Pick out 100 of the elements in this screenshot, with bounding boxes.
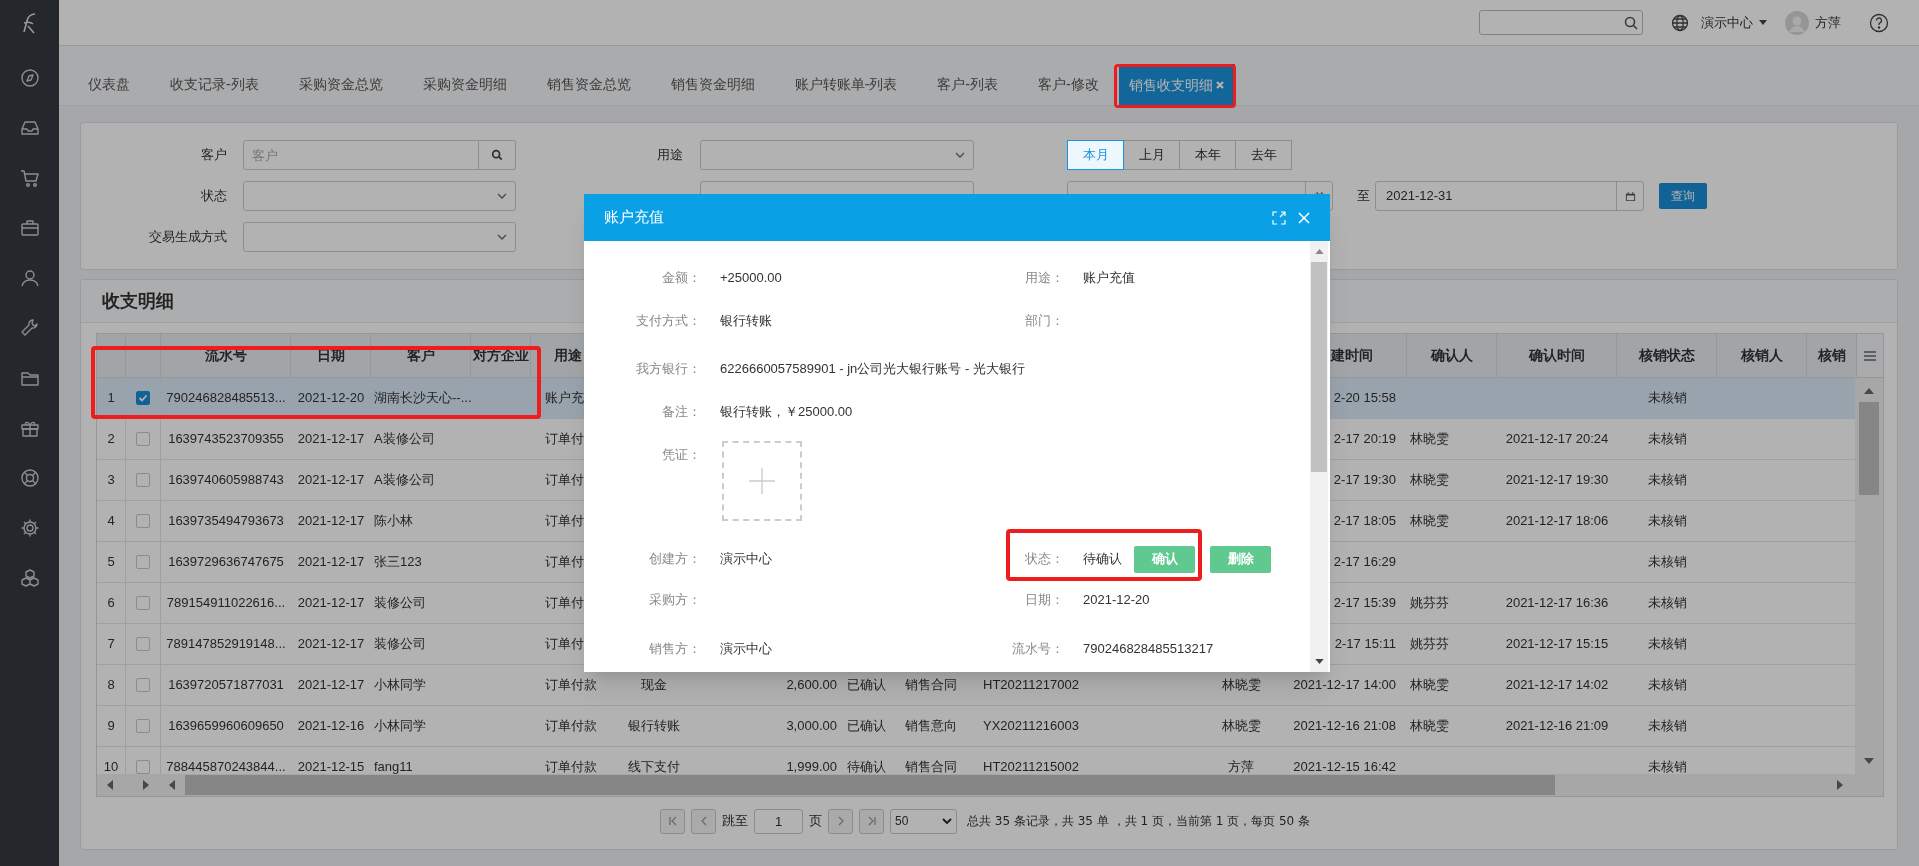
table-cell-text: 订单付	[545, 471, 584, 490]
page-unit: 页	[809, 812, 822, 831]
table-cell-text: 2021-12-16 21:08	[1293, 717, 1396, 736]
table-cell-text: A装修公司	[374, 471, 435, 490]
field-label: 用途：	[1024, 269, 1064, 288]
table-cell-text: 姚芬芬	[1410, 594, 1449, 613]
row-number: 8	[107, 676, 115, 695]
table-cell-text: 未核销	[1647, 430, 1687, 449]
table-cell-text: 1,999.00	[786, 758, 837, 774]
table-cell-text: 未核销	[1647, 389, 1687, 408]
table-cell-text: 未核销	[1647, 758, 1687, 774]
table-cell-text: 2021-12-17 20:24	[1505, 430, 1609, 449]
row-number: 10	[103, 758, 119, 774]
table-cell-text: 小林同学	[374, 717, 426, 736]
table-cell-text: 湖南长沙天心--...	[374, 389, 471, 408]
table-cell-text: 未核销	[1647, 594, 1687, 613]
table-cell-text: 2-17 15:11	[1334, 635, 1396, 654]
row-number: 4	[107, 512, 115, 531]
field-value: 账户充值	[1083, 269, 1135, 288]
table-cell-text: 林晓雯	[1410, 676, 1449, 695]
table-cell-text: 订单付款	[545, 717, 597, 736]
table-cell-text: 2-17 18:05	[1333, 512, 1396, 531]
field-label: 流水号：	[1011, 640, 1064, 659]
table-cell-text: 装修公司	[374, 594, 426, 613]
section-title: 收支明细	[102, 289, 174, 313]
table-cell-text: 林晓雯	[1221, 717, 1261, 736]
table-cell-text: 未核销	[1647, 471, 1687, 490]
table-cell-text: 2021-12-17	[297, 553, 365, 572]
table-cell-text: 未核销	[1647, 553, 1687, 572]
dialog-title: 账户充值	[604, 207, 665, 228]
table-cell-text: 2-20 15:58	[1333, 389, 1396, 408]
table-cell-text: 已确认	[846, 676, 886, 695]
field-label: 部门：	[1024, 312, 1064, 331]
table-cell-text: 现金	[640, 676, 667, 695]
table-cell-text: 2021-12-17 18:06	[1505, 512, 1609, 531]
field-label: 采购方：	[648, 591, 701, 610]
table-cell-text: 订单付款	[545, 676, 597, 695]
table-cell-text: 2021-12-17	[297, 635, 365, 654]
table-cell-text: 装修公司	[374, 635, 426, 654]
field-label: 状态：	[1024, 550, 1064, 569]
table-cell-text: 2021-12-17 19:30	[1505, 471, 1609, 490]
field-label: 支付方式：	[635, 312, 701, 331]
table-cell-text: 销售合同	[905, 758, 957, 774]
field-label: 金额：	[661, 269, 701, 288]
table-cell-text: 2021-12-16 21:09	[1505, 717, 1609, 736]
table-cell-text: 线下支付	[627, 758, 680, 774]
table-cell-text: 1639659960609650	[168, 717, 284, 736]
field-label: 我方银行：	[635, 360, 701, 379]
table-cell-text: YX20211216003	[983, 717, 1079, 736]
table-cell-text: HT20211215002	[983, 758, 1079, 774]
row-number: 9	[107, 717, 115, 736]
table-cell-text: 待确认	[846, 758, 886, 774]
table-cell-text: 1639743523709355	[168, 430, 284, 449]
table-cell-text: 销售意向	[905, 717, 957, 736]
table-cell-text: 张三123	[374, 553, 422, 572]
table-cell-text: 1639735494793673	[168, 512, 284, 531]
table-cell-text: 2-17 20:19	[1333, 430, 1396, 449]
table-cell-text: 订单付	[545, 553, 584, 572]
table-cell-text: 2021-12-20	[297, 389, 365, 408]
table-cell-text: 方萍	[1228, 758, 1254, 774]
table-cell-text: 789147852919148...	[166, 635, 286, 654]
table-cell-text: 2021-12-15	[297, 758, 365, 774]
field-label: 凭证：	[661, 446, 701, 464]
field-value: 演示中心	[720, 550, 772, 569]
field-value: +25000.00	[720, 269, 782, 288]
field-value: 790246828485513217	[1083, 640, 1214, 659]
field-label: 客户	[200, 146, 228, 165]
row-number: 5	[107, 553, 115, 572]
table-cell-text: 1639720571877031	[168, 676, 284, 695]
table-cell-text: 未核销	[1647, 676, 1687, 695]
field-value: 2021-12-20	[1083, 591, 1150, 610]
table-cell-text: HT20211217002	[983, 676, 1079, 695]
table-cell-text: 2021-12-17 15:15	[1505, 635, 1609, 654]
table-cell-text: 2021-12-15 16:42	[1293, 758, 1396, 774]
row-number: 3	[107, 471, 115, 490]
table-cell-text: 788445870243844...	[166, 758, 286, 774]
table-cell-text: 2021-12-17 14:02	[1505, 676, 1609, 695]
table-cell-text: 未核销	[1647, 512, 1687, 531]
row-number: 7	[107, 635, 115, 654]
field-label: 销售方：	[648, 640, 701, 659]
table-cell-text: 3,000.00	[786, 717, 837, 736]
field-label: 状态	[200, 187, 228, 206]
field-value: 6226660057589901 - jn公司光大银行账号 - 光大银行	[720, 360, 1025, 379]
table-cell-text: 2021-12-17	[297, 471, 365, 490]
table-cell-text: 2021-12-17 16:36	[1505, 594, 1609, 613]
table-cell-text: 订单付	[545, 594, 584, 613]
row-number: 2	[107, 430, 115, 449]
table-cell-text: 2021-12-17	[297, 676, 365, 695]
table-cell-text: 订单付	[545, 512, 584, 531]
table-cell-text: 2021-12-17	[297, 594, 365, 613]
table-cell-text: 银行转账	[627, 717, 680, 736]
table-cell-text: 1639729636747675	[168, 553, 284, 572]
pagination-summary: 总共 35 条记录，共 35 单 ，共 1 页，当前第 1 页，每页 50 条	[967, 813, 1311, 830]
table-cell-text: 未核销	[1647, 635, 1687, 654]
field-value: 银行转账，￥25000.00	[720, 403, 853, 422]
table-cell-text: 订单付款	[545, 758, 597, 774]
table-cell-text: 未核销	[1647, 717, 1687, 736]
table-cell-text: 销售合同	[905, 676, 957, 695]
field-label: 日期：	[1024, 591, 1064, 610]
table-cell-text: 已确认	[846, 717, 886, 736]
